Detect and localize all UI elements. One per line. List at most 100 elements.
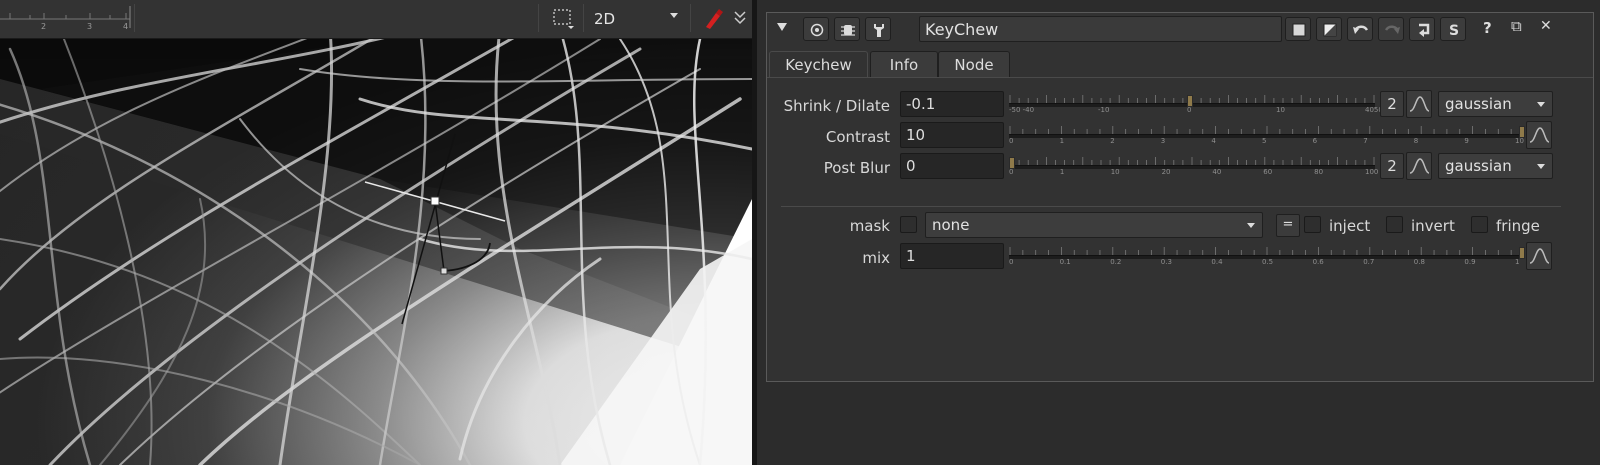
help-icon[interactable]: ?: [1483, 19, 1492, 37]
slider-tick-label: -50 -40: [1009, 106, 1035, 114]
contrast-input[interactable]: 10: [900, 122, 1004, 148]
slider-tick-label: 0.7: [1363, 258, 1375, 266]
slider-tick-label: 0.8: [1413, 258, 1425, 266]
slider-tick-label: 20: [1161, 168, 1171, 176]
post-blur-channels-button[interactable]: 2: [1380, 153, 1404, 179]
shrink-filter-value: gaussian: [1445, 95, 1512, 113]
inject-checkbox[interactable]: [1304, 216, 1321, 233]
mask-enable-checkbox[interactable]: [900, 216, 917, 233]
frame-ruler[interactable]: 2 3 4: [0, 4, 135, 31]
mask-channel-dropdown[interactable]: none: [925, 212, 1263, 238]
slider-tick-label: 80: [1314, 168, 1324, 176]
wrench-icon[interactable]: [865, 17, 891, 41]
tab-node[interactable]: Node: [938, 51, 1010, 77]
chevron-down-icon: [670, 13, 678, 18]
slider-tick-label: 9: [1464, 137, 1469, 145]
paint-brush-icon[interactable]: [702, 7, 724, 31]
node-color-button[interactable]: [1285, 17, 1311, 41]
animation-curve-icon[interactable]: [1526, 242, 1552, 270]
slider-tick-label: 7: [1363, 137, 1368, 145]
slider-tick-label: 0.1: [1059, 258, 1071, 266]
chevron-down-icon: [1537, 164, 1545, 169]
slider-handle[interactable]: [1519, 126, 1525, 138]
center-node-button[interactable]: [834, 17, 860, 41]
post-blur-filter-value: gaussian: [1445, 157, 1512, 175]
post-blur-filter-dropdown[interactable]: gaussian: [1438, 153, 1553, 179]
slider-tick-label: 2: [1110, 137, 1115, 145]
hair-matte-image: [0, 39, 752, 465]
slider-tick-label: 6: [1312, 137, 1318, 145]
view-mode-label: 2D: [594, 10, 616, 28]
slider-handle[interactable]: [1187, 95, 1193, 107]
fringe-label: fringe: [1496, 217, 1540, 235]
overflow-chevron-icon[interactable]: [732, 8, 748, 28]
animation-curve-icon[interactable]: [1406, 90, 1432, 118]
slider-tick-label: 0.2: [1110, 258, 1122, 266]
slider-tick-label: 60: [1263, 168, 1273, 176]
revert-icon[interactable]: [1409, 17, 1435, 41]
animation-curve-icon[interactable]: [1406, 152, 1432, 180]
viewer-toggle-button[interactable]: [803, 17, 829, 41]
post-blur-label: Post Blur: [823, 159, 890, 177]
slider-tick-label: 3: [1160, 137, 1166, 145]
slider-tick-label: 10: [1276, 106, 1285, 114]
redo-icon[interactable]: [1378, 17, 1404, 41]
invert-label: invert: [1411, 217, 1455, 235]
slider-tick-label: 0: [1009, 137, 1014, 145]
slider-handle[interactable]: [1519, 247, 1525, 259]
slider-tick-label: 0.4: [1211, 258, 1223, 266]
chevron-down-icon: [1537, 102, 1545, 107]
slider-tick-label: 10: [1515, 137, 1524, 145]
chevron-down-icon: [1247, 223, 1255, 228]
slider-tick-label: -10: [1098, 106, 1110, 114]
shrink-dilate-input[interactable]: -0.1: [900, 91, 1004, 117]
undo-icon[interactable]: [1347, 17, 1373, 41]
slider-tick-label: 8: [1413, 137, 1419, 145]
slider-handle[interactable]: [1009, 157, 1015, 169]
slider-tick-label: 100: [1365, 168, 1379, 176]
collapse-triangle-icon[interactable]: [775, 19, 789, 38]
slider-tick-label: 0.9: [1464, 258, 1476, 266]
slider-tick-label: 0.6: [1312, 258, 1324, 266]
inject-label: inject: [1329, 217, 1371, 235]
properties-panel: KeyChew S ? ⧉ ✕ Keychew Info Node Shrink…: [757, 0, 1600, 465]
viewer-image[interactable]: [0, 39, 752, 465]
slider-tick-label: 5: [1262, 137, 1267, 145]
invert-checkbox[interactable]: [1386, 216, 1403, 233]
slider-tick-label: 0: [1187, 106, 1192, 114]
mix-slider[interactable]: 0 0.1 0.2 0.3 0.4 0.5 0.6 0.7 0.8 0.9 1: [1009, 241, 1525, 269]
tab-keychew[interactable]: Keychew: [769, 51, 868, 78]
tab-info[interactable]: Info: [870, 51, 938, 77]
slider-tick-label: 40: [1212, 168, 1222, 176]
tile-color-button[interactable]: [1316, 17, 1342, 41]
shrink-dilate-label: Shrink / Dilate: [783, 97, 890, 115]
node-properties: KeyChew S ? ⧉ ✕ Keychew Info Node Shrink…: [766, 12, 1594, 382]
shrink-channels-button[interactable]: 2: [1380, 91, 1404, 117]
mask-channel-value: none: [932, 216, 970, 234]
section-divider: [781, 206, 1561, 207]
contrast-slider[interactable]: 0 1 2 3 4 5 6 7 8 9 10: [1009, 120, 1525, 148]
close-icon[interactable]: ✕: [1540, 18, 1552, 34]
mix-input[interactable]: 1: [900, 243, 1004, 269]
script-icon[interactable]: S: [1440, 17, 1466, 41]
float-panel-icon[interactable]: ⧉: [1511, 17, 1522, 35]
node-name-field[interactable]: KeyChew: [919, 16, 1282, 42]
post-blur-slider[interactable]: 0 1 10 20 40 60 80 100: [1009, 151, 1379, 179]
animation-curve-icon[interactable]: [1526, 121, 1552, 149]
ruler-label: 2: [41, 22, 47, 31]
shrink-filter-dropdown[interactable]: gaussian: [1438, 91, 1553, 117]
svg-text:S: S: [1449, 23, 1459, 39]
slider-tick-label: 0: [1009, 168, 1014, 176]
mask-label: mask: [849, 217, 890, 235]
ruler-label: 3: [87, 22, 93, 31]
shrink-dilate-slider[interactable]: -50 -40 -10 0 10 4050: [1009, 89, 1383, 117]
slider-tick-label: 0.5: [1262, 258, 1274, 266]
fringe-checkbox[interactable]: [1471, 216, 1488, 233]
post-blur-input[interactable]: 0: [900, 153, 1004, 179]
viewer-pane[interactable]: 2 3 4 2D: [0, 0, 752, 465]
view-mode-dropdown[interactable]: 2D: [594, 8, 682, 30]
mask-equals-button[interactable]: =: [1276, 214, 1300, 237]
contrast-label: Contrast: [825, 128, 890, 146]
roi-selection-icon[interactable]: [552, 8, 574, 30]
slider-tick-label: 10: [1110, 168, 1120, 176]
